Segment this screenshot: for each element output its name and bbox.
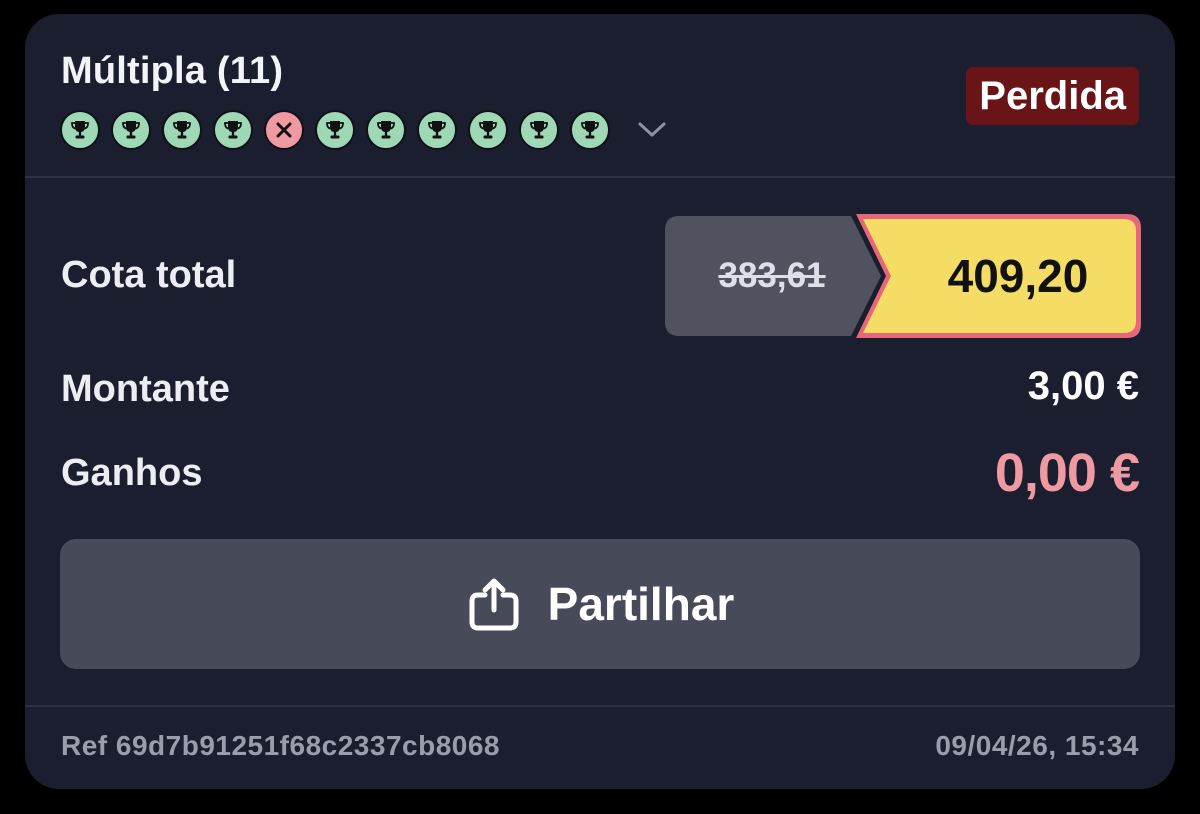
trophy-icon bbox=[68, 118, 92, 142]
stake-label: Montante bbox=[61, 368, 230, 410]
share-label: Partilhar bbox=[547, 578, 735, 630]
chevron-down-icon[interactable] bbox=[635, 113, 669, 147]
winnings-label: Ganhos bbox=[61, 452, 203, 494]
stake-value: 3,00 € bbox=[1027, 364, 1139, 408]
leg-result-9 bbox=[468, 110, 508, 150]
original-odds: 383,61 bbox=[718, 256, 826, 295]
trophy-icon bbox=[170, 118, 194, 142]
share-icon bbox=[466, 576, 522, 632]
leg-result-6 bbox=[315, 110, 355, 150]
trophy-icon bbox=[119, 118, 143, 142]
bet-title: Múltipla (11) bbox=[61, 50, 284, 92]
trophy-icon bbox=[221, 118, 245, 142]
bet-reference[interactable]: Ref 69d7b91251f68c2337cb8068 bbox=[61, 730, 500, 762]
trophy-icon bbox=[374, 118, 398, 142]
leg-result-3 bbox=[162, 110, 202, 150]
leg-results bbox=[60, 110, 669, 150]
leg-result-4 bbox=[213, 110, 253, 150]
leg-result-5 bbox=[264, 110, 304, 150]
bet-card: Múltipla (11) Perdida Cota total 383,61 … bbox=[25, 14, 1175, 789]
leg-result-11 bbox=[570, 110, 610, 150]
leg-result-10 bbox=[519, 110, 559, 150]
status-badge: Perdida bbox=[966, 67, 1139, 125]
winnings-value: 0,00 € bbox=[994, 443, 1140, 503]
trophy-icon bbox=[578, 118, 602, 142]
odds-display: 383,61 409,20 bbox=[663, 214, 1143, 338]
share-button[interactable]: Partilhar bbox=[60, 539, 1140, 669]
trophy-icon bbox=[527, 118, 551, 142]
leg-result-2 bbox=[111, 110, 151, 150]
leg-result-7 bbox=[366, 110, 406, 150]
trophy-icon bbox=[425, 118, 449, 142]
boosted-odds: 409,20 bbox=[947, 250, 1089, 302]
leg-result-8 bbox=[417, 110, 457, 150]
odds-label: Cota total bbox=[61, 254, 237, 296]
leg-result-1 bbox=[60, 110, 100, 150]
bet-datetime: 09/04/26, 15:34 bbox=[935, 730, 1139, 761]
divider bbox=[25, 705, 1175, 707]
divider bbox=[25, 176, 1175, 178]
cross-icon bbox=[273, 119, 295, 141]
trophy-icon bbox=[476, 118, 500, 142]
trophy-icon bbox=[323, 118, 347, 142]
